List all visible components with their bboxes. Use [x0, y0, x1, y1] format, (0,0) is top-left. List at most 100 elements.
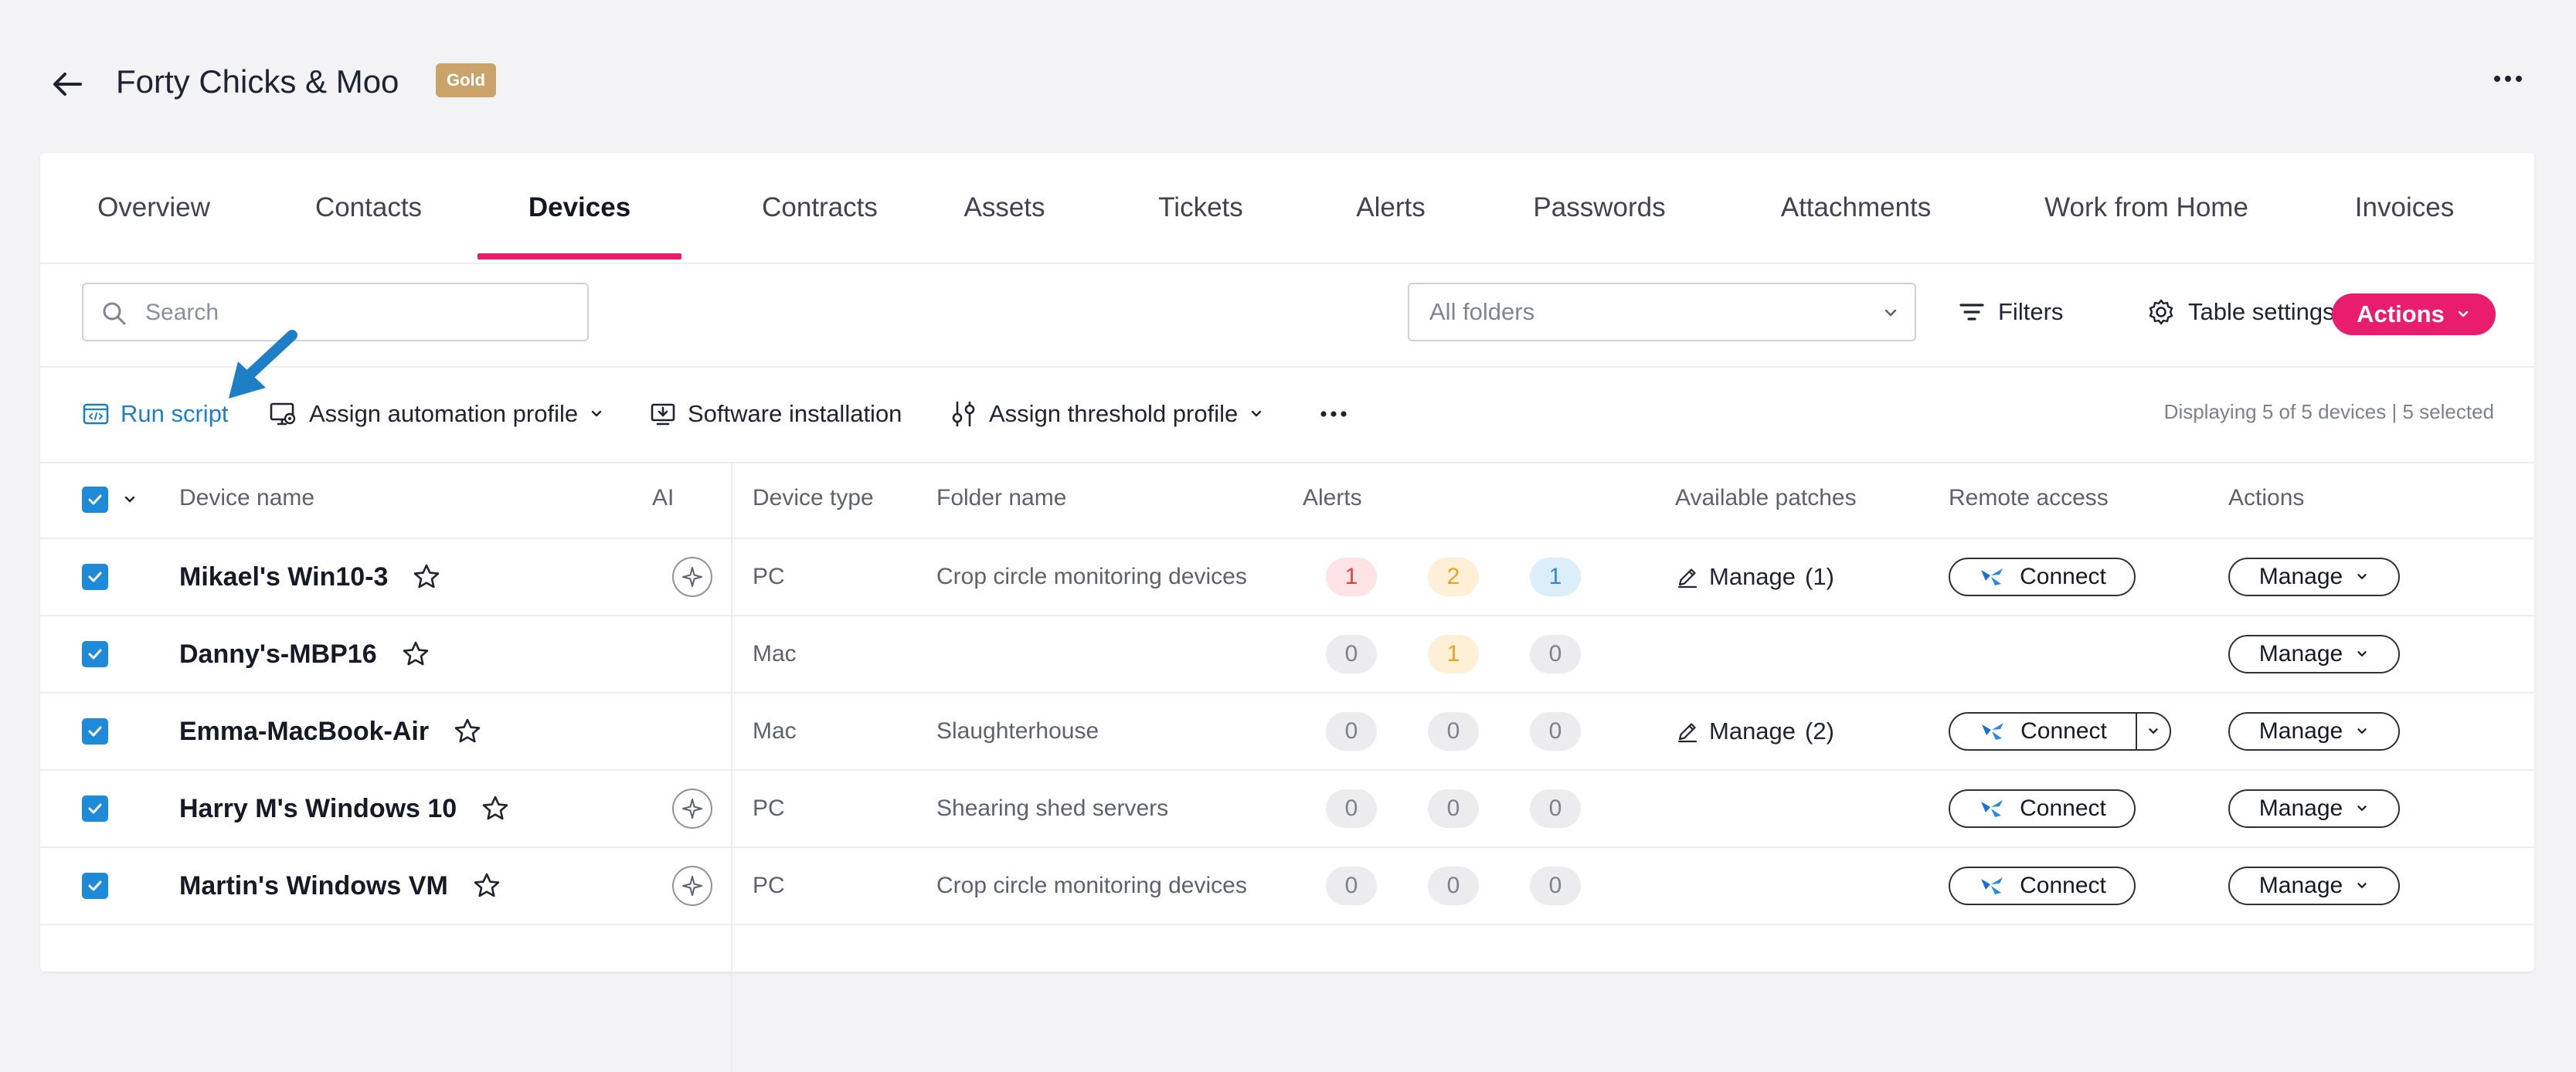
table-row[interactable]: Harry M's Windows 10 PC Shearing shed se… — [40, 771, 2534, 848]
alert-count-warning[interactable]: 1 — [1428, 635, 1479, 673]
star-icon[interactable] — [452, 716, 483, 747]
chevron-down-icon — [2355, 879, 2369, 893]
chevron-down-icon — [2455, 307, 2471, 322]
alert-count-critical[interactable]: 0 — [1326, 712, 1377, 751]
device-name[interactable]: Martin's Windows VM — [179, 871, 448, 901]
connect-button[interactable]: Connect — [1949, 558, 2136, 596]
manage-patches-link[interactable]: Manage (1) — [1675, 563, 1834, 591]
filters-button[interactable]: Filters — [1958, 283, 2063, 341]
ai-sparkle-icon[interactable] — [672, 557, 712, 597]
alert-count-critical[interactable]: 0 — [1326, 635, 1377, 673]
alert-count-critical[interactable]: 0 — [1326, 789, 1377, 828]
run-script-button[interactable]: Run script — [82, 391, 229, 437]
alert-count-info[interactable]: 0 — [1530, 867, 1581, 905]
connect-button[interactable]: Connect — [1949, 867, 2136, 905]
chevron-down-icon[interactable] — [122, 492, 138, 507]
table-row[interactable]: Mikael's Win10-3 PC Crop circle monitori… — [40, 539, 2534, 616]
remote-connect-icon — [1978, 797, 2006, 820]
alert-count-warning[interactable]: 2 — [1428, 558, 1479, 596]
row-checkbox[interactable] — [82, 873, 108, 899]
col-remote-access: Remote access — [1949, 485, 2109, 511]
star-icon[interactable] — [480, 793, 511, 824]
alert-count-info[interactable]: 0 — [1530, 789, 1581, 828]
more-options-icon[interactable] — [2489, 60, 2527, 97]
assign-threshold-profile-button[interactable]: Assign threshold profile — [949, 391, 1264, 437]
alert-count-critical[interactable]: 0 — [1326, 867, 1377, 905]
col-device-type[interactable]: Device type — [753, 485, 874, 511]
tab-work-from-home[interactable]: Work from Home — [2031, 153, 2262, 263]
remote-connect-icon — [1978, 874, 2006, 897]
alert-count-warning[interactable]: 0 — [1428, 867, 1479, 905]
more-toolbar-actions-button[interactable] — [1317, 391, 1351, 437]
device-type: Mac — [753, 641, 797, 667]
actions-dropdown-button[interactable]: Actions — [2332, 293, 2496, 335]
table-row[interactable]: Martin's Windows VM PC Crop circle monit… — [40, 848, 2534, 925]
manage-patches-link[interactable]: Manage (2) — [1675, 717, 1834, 745]
assign-automation-profile-button[interactable]: Assign automation profile — [269, 391, 604, 437]
tab-overview[interactable]: Overview — [96, 153, 212, 263]
back-arrow-icon[interactable] — [48, 65, 87, 103]
star-icon[interactable] — [471, 870, 502, 901]
tab-contracts[interactable]: Contracts — [732, 153, 907, 263]
alert-count-info[interactable]: 0 — [1530, 635, 1581, 673]
search-box — [82, 283, 589, 341]
star-icon[interactable] — [400, 639, 431, 670]
folder-select[interactable]: All folders — [1408, 283, 1916, 341]
filter-bar: All folders Filters Table settings Actio… — [40, 264, 2534, 368]
row-checkbox[interactable] — [82, 718, 108, 745]
device-name[interactable]: Emma-MacBook-Air — [179, 717, 429, 747]
alert-count-info[interactable]: 0 — [1530, 712, 1581, 751]
tab-alerts[interactable]: Alerts — [1343, 153, 1439, 263]
folder-name: Slaughterhouse — [936, 718, 1099, 744]
col-available-patches[interactable]: Available patches — [1675, 485, 1857, 511]
col-alerts[interactable]: Alerts — [1303, 485, 1362, 511]
manage-dropdown-button[interactable]: Manage — [2228, 712, 2400, 751]
ai-sparkle-icon[interactable] — [672, 866, 712, 906]
tab-passwords[interactable]: Passwords — [1524, 153, 1675, 263]
tab-invoices[interactable]: Invoices — [2343, 153, 2466, 263]
alert-count-critical[interactable]: 1 — [1326, 558, 1377, 596]
table-settings-button[interactable]: Table settings — [2146, 283, 2335, 341]
filter-icon — [1958, 298, 1986, 326]
star-icon[interactable] — [411, 561, 442, 592]
manage-dropdown-button[interactable]: Manage — [2228, 867, 2400, 905]
row-checkbox[interactable] — [82, 564, 108, 590]
tab-attachments[interactable]: Attachments — [1762, 153, 1950, 263]
alert-count-warning[interactable]: 0 — [1428, 712, 1479, 751]
remote-connect-icon — [1979, 720, 2007, 743]
row-checkbox[interactable] — [82, 796, 108, 822]
row-checkbox[interactable] — [82, 641, 108, 667]
connect-button[interactable]: Connect — [1950, 714, 2137, 749]
col-device-name[interactable]: Device name — [179, 485, 314, 511]
connect-split-button: Connect — [1949, 712, 2171, 751]
col-folder-name[interactable]: Folder name — [936, 485, 1066, 511]
table-row[interactable]: Danny's-MBP16 Mac 0 1 0 Manage — [40, 616, 2534, 694]
filters-label: Filters — [1998, 298, 2064, 325]
device-name[interactable]: Harry M's Windows 10 — [179, 794, 457, 824]
alert-count-info[interactable]: 1 — [1530, 558, 1581, 596]
chevron-down-icon — [2355, 570, 2369, 584]
manage-label: Manage — [2258, 718, 2343, 744]
tab-assets[interactable]: Assets — [952, 153, 1057, 263]
device-name[interactable]: Danny's-MBP16 — [179, 639, 377, 670]
tab-contacts[interactable]: Contacts — [311, 153, 427, 263]
devices-table: Device name AI Device type Folder name A… — [40, 462, 2534, 925]
software-installation-button[interactable]: Software installation — [649, 391, 902, 437]
manage-dropdown-button[interactable]: Manage — [2228, 558, 2400, 596]
table-row[interactable]: Emma-MacBook-Air Mac Slaughterhouse 0 0 … — [40, 694, 2534, 771]
tab-tickets[interactable]: Tickets — [1147, 153, 1255, 263]
ai-sparkle-icon[interactable] — [672, 789, 712, 829]
manage-dropdown-button[interactable]: Manage — [2228, 635, 2400, 673]
search-input[interactable] — [144, 293, 564, 332]
select-all-control — [82, 462, 138, 538]
device-type: PC — [753, 796, 785, 821]
device-name[interactable]: Mikael's Win10-3 — [179, 562, 388, 592]
select-all-checkbox[interactable] — [82, 487, 108, 513]
connect-label: Connect — [2020, 873, 2106, 898]
connect-label: Connect — [2020, 718, 2107, 744]
connect-button[interactable]: Connect — [1949, 789, 2136, 828]
tab-devices[interactable]: Devices — [477, 153, 681, 263]
alert-count-warning[interactable]: 0 — [1428, 789, 1479, 828]
manage-dropdown-button[interactable]: Manage — [2228, 789, 2400, 828]
connect-options-chevron-icon[interactable] — [2137, 724, 2170, 738]
